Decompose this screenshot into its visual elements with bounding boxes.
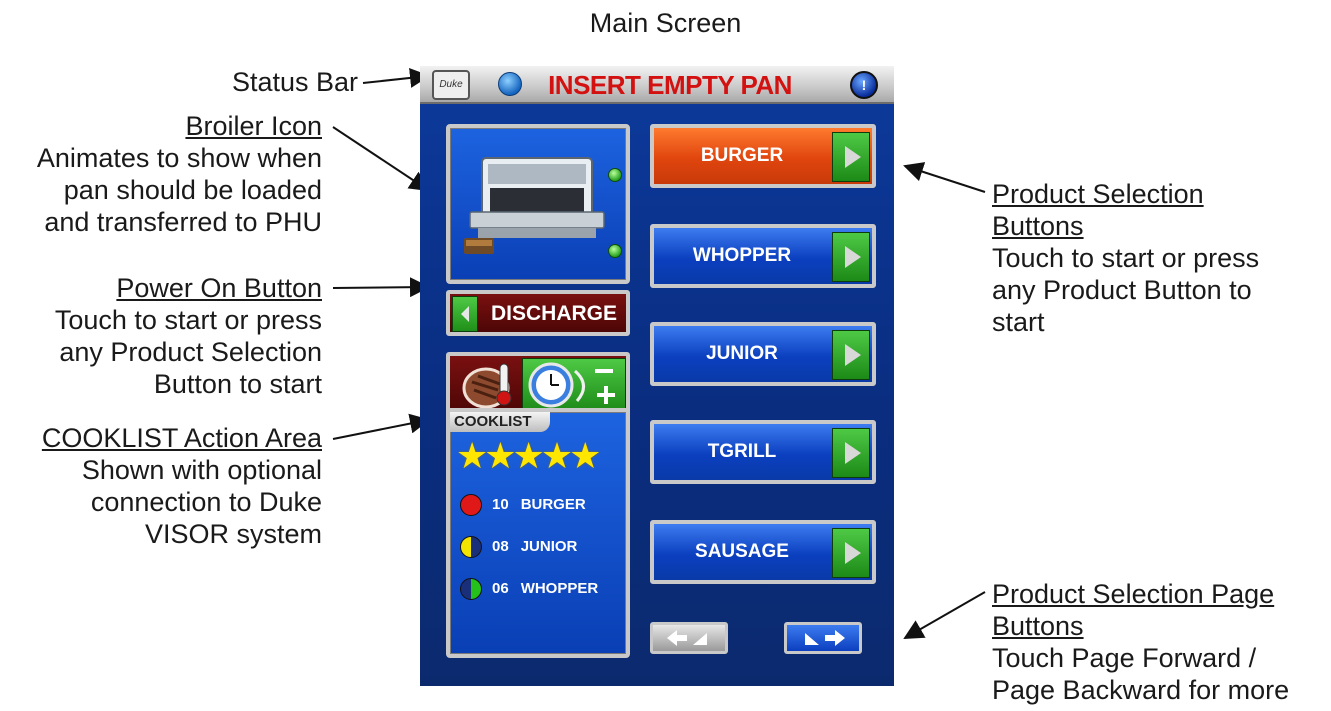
rating-stars-icon: ★★★★★ bbox=[456, 435, 601, 476]
callout-line: Button to start bbox=[153, 369, 322, 399]
cooklist-count: 10 bbox=[492, 496, 509, 513]
status-led-icon bbox=[608, 168, 622, 182]
product-button-sausage[interactable]: SAUSAGE bbox=[650, 520, 876, 584]
cooklist-callout: COOKLIST Action Area Shown with optional… bbox=[0, 422, 322, 550]
cooklist-tab-label: COOKLIST bbox=[450, 412, 550, 432]
power-on-button-arrow bbox=[332, 277, 430, 298]
red-full-indicator-icon bbox=[460, 494, 482, 517]
callout-title: Buttons bbox=[992, 611, 1084, 641]
duke-logo-icon: Duke bbox=[432, 70, 470, 100]
callout-title: COOKLIST Action Area bbox=[41, 423, 322, 453]
device-screen: Duke INSERT EMPTY PAN ! DISCHARGE COOKLI… bbox=[420, 66, 894, 686]
product-button-junior[interactable]: JUNIOR bbox=[650, 322, 876, 386]
callout-title: Broiler Icon bbox=[185, 111, 322, 141]
status-bar-arrow bbox=[362, 67, 430, 88]
callout-title: Power On Button bbox=[116, 273, 322, 303]
cooklist-arrow bbox=[332, 413, 430, 440]
product-button-label: TGRILL bbox=[707, 441, 777, 462]
callout-line: start bbox=[992, 307, 1045, 337]
status-led-icon bbox=[608, 244, 622, 258]
callout-line: pan should be loaded bbox=[63, 175, 322, 205]
green-half-indicator-icon bbox=[460, 578, 482, 601]
broiler-icon-button[interactable] bbox=[446, 124, 630, 284]
power-on-button[interactable] bbox=[446, 352, 630, 416]
cooklist-item[interactable]: 06 WHOPPER bbox=[460, 576, 598, 602]
callout-title: Product Selection Page bbox=[992, 579, 1275, 609]
product-buttons-callout: Product Selection Buttons Touch to start… bbox=[992, 178, 1322, 338]
visor-icon bbox=[498, 72, 522, 96]
play-arrow-icon bbox=[832, 132, 870, 182]
callout-line: and transferred to PHU bbox=[44, 207, 322, 237]
page-back-icon bbox=[667, 630, 707, 646]
product-button-tgrill[interactable]: TGRILL bbox=[650, 420, 876, 484]
product-button-whopper[interactable]: WHOPPER bbox=[650, 224, 876, 288]
callout-line: any Product Selection bbox=[59, 337, 322, 367]
status-bar: Duke INSERT EMPTY PAN ! bbox=[420, 66, 894, 104]
play-arrow-icon bbox=[832, 232, 870, 282]
status-message: INSERT EMPTY PAN bbox=[548, 70, 792, 100]
callout-title: Buttons bbox=[992, 211, 1084, 241]
product-buttons-arrow bbox=[903, 162, 986, 193]
product-button-burger[interactable]: BURGER bbox=[650, 124, 876, 188]
page-buttons-callout: Product Selection Page Buttons Touch Pag… bbox=[992, 578, 1322, 706]
play-arrow-icon bbox=[832, 428, 870, 478]
cooklist-count: 06 bbox=[492, 580, 509, 597]
callout-line: Page Backward for more bbox=[992, 675, 1290, 705]
broiler-icon bbox=[464, 157, 605, 254]
callout-line: Animates to show when bbox=[36, 143, 322, 173]
callout-title: Status Bar bbox=[231, 67, 358, 97]
status-bar-callout: Status Bar bbox=[100, 66, 358, 98]
yellow-half-indicator-icon bbox=[460, 536, 482, 559]
info-icon[interactable]: ! bbox=[850, 71, 878, 99]
callout-line: Touch Page Forward / bbox=[992, 643, 1257, 673]
cooklist-product: WHOPPER bbox=[520, 580, 599, 597]
callout-line: Shown with optional bbox=[81, 455, 322, 485]
broiler-icon-arrow bbox=[332, 126, 430, 192]
play-arrow-icon bbox=[832, 528, 870, 578]
page-forward-button[interactable] bbox=[784, 622, 862, 654]
page-buttons-arrow bbox=[903, 591, 986, 639]
broiler-icon-callout: Broiler Icon Animates to show when pan s… bbox=[0, 110, 322, 238]
clock-adjust-icon bbox=[528, 362, 615, 408]
callout-title: Product Selection bbox=[992, 179, 1204, 209]
discharge-button[interactable]: DISCHARGE bbox=[446, 290, 630, 336]
page-back-button[interactable] bbox=[650, 622, 728, 654]
callout-line: Touch to start or press bbox=[54, 305, 322, 335]
cooklist-item[interactable]: 10 BURGER bbox=[460, 492, 586, 518]
cooklist-product: BURGER bbox=[520, 496, 586, 513]
page-forward-icon bbox=[805, 630, 845, 646]
meat-thermometer-icon bbox=[462, 363, 512, 409]
power-on-button-callout: Power On Button Touch to start or press … bbox=[0, 272, 322, 400]
product-button-label: SAUSAGE bbox=[695, 541, 789, 562]
timer-adjust-area bbox=[522, 358, 626, 412]
product-button-label: WHOPPER bbox=[692, 245, 792, 266]
left-arrow-icon bbox=[452, 296, 478, 332]
cooklist-count: 08 bbox=[492, 538, 509, 555]
callout-line: Touch to start or press bbox=[992, 243, 1260, 273]
cooklist-item[interactable]: 08 JUNIOR bbox=[460, 534, 577, 560]
discharge-label: DISCHARGE bbox=[490, 302, 617, 325]
callout-line: VISOR system bbox=[144, 519, 322, 549]
product-button-label: JUNIOR bbox=[706, 343, 778, 364]
product-button-label: BURGER bbox=[700, 145, 784, 166]
callout-line: any Product Button to bbox=[992, 275, 1252, 305]
cooklist-panel[interactable]: COOKLIST ★★★★★ 10 BURGER 08 JUNIOR 06 WHOPP… bbox=[446, 408, 630, 658]
play-arrow-icon bbox=[832, 330, 870, 380]
callout-line: connection to Duke bbox=[90, 487, 322, 517]
cooklist-product: JUNIOR bbox=[520, 538, 578, 555]
